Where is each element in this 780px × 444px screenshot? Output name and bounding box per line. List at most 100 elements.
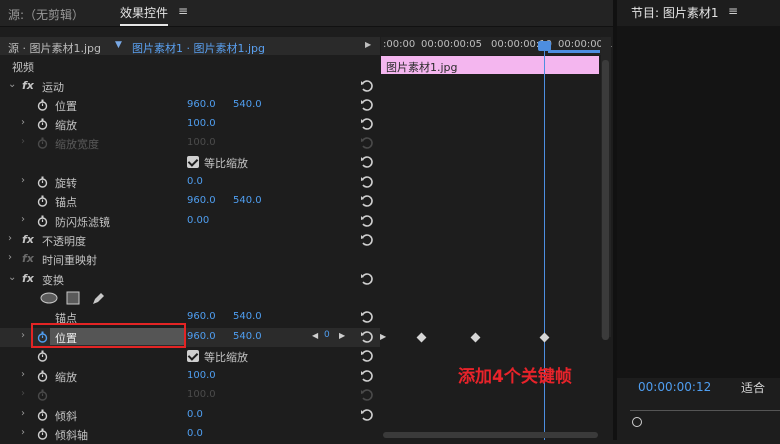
expand-arrow-icon[interactable]: ›: [21, 408, 25, 419]
clip-start-marker-icon: ▶: [380, 332, 387, 341]
expand-arrow-icon[interactable]: ›: [21, 117, 25, 128]
reset-icon[interactable]: [360, 214, 374, 228]
position-y-value[interactable]: 540.0: [233, 99, 262, 110]
expand-arrow-icon[interactable]: ›: [8, 233, 12, 244]
uniform-scale-checkbox[interactable]: [187, 350, 199, 362]
skew-axis-label: 倾斜轴: [55, 429, 88, 442]
add-keyframe-button[interactable]: 0: [324, 330, 330, 340]
collapse-arrow-icon[interactable]: ⌄: [8, 79, 16, 90]
expand-arrow-icon[interactable]: ›: [21, 369, 25, 380]
play-only-icon[interactable]: ▶: [365, 40, 371, 49]
skew-axis-value[interactable]: 0.0: [187, 428, 203, 439]
tab-effect-controls[interactable]: 效果控件: [120, 4, 169, 26]
property-rotation[interactable]: › 旋转 0.0: [0, 173, 380, 192]
ellipse-mask-icon[interactable]: [40, 292, 58, 304]
rectangle-mask-icon[interactable]: [66, 291, 80, 305]
program-timecode[interactable]: 00:00:00:12: [638, 380, 711, 394]
effect-motion[interactable]: ⌄ fx 运动: [0, 77, 380, 96]
reset-icon[interactable]: [360, 330, 374, 344]
transform-skew[interactable]: › 倾斜 0.0: [0, 406, 380, 425]
expand-arrow-icon[interactable]: ›: [21, 427, 25, 438]
pen-mask-icon[interactable]: [90, 290, 106, 306]
reset-icon[interactable]: [360, 272, 374, 286]
zoom-fit-dropdown[interactable]: 适合: [741, 379, 765, 396]
property-uniform-scale[interactable]: 等比缩放: [0, 153, 380, 172]
scrollbar-thumb[interactable]: [602, 60, 609, 340]
anchor-y-value[interactable]: 540.0: [233, 195, 262, 206]
position-x-value[interactable]: 960.0: [187, 99, 216, 110]
collapse-arrow-icon[interactable]: ⌄: [8, 272, 16, 283]
playhead-handle[interactable]: [538, 41, 551, 51]
reset-icon[interactable]: [360, 155, 374, 169]
effect-transform[interactable]: ⌄ fx 变换: [0, 270, 380, 289]
keyframe-diamond[interactable]: [539, 332, 550, 343]
expand-arrow-icon[interactable]: ›: [21, 175, 25, 186]
program-playhead-handle[interactable]: [632, 417, 642, 427]
stopwatch-icon[interactable]: [37, 176, 48, 188]
tab-source[interactable]: 源:（无剪辑）: [8, 6, 84, 23]
transform-skew-axis[interactable]: › 倾斜轴 0.0: [0, 425, 380, 444]
property-anchor[interactable]: 锚点 960.0 540.0: [0, 192, 380, 211]
property-position[interactable]: 位置 960.0 540.0: [0, 96, 380, 115]
reset-icon: [361, 137, 373, 149]
stopwatch-icon[interactable]: [37, 409, 48, 421]
property-antiflicker[interactable]: › 防闪烁滤镜 0.00: [0, 212, 380, 231]
expand-arrow-icon[interactable]: ›: [8, 252, 12, 263]
keyframe-diamond[interactable]: [470, 332, 481, 343]
work-area-bar[interactable]: [548, 50, 600, 53]
expand-arrow-icon[interactable]: ›: [21, 214, 25, 225]
reset-icon[interactable]: [360, 310, 374, 324]
transform-position-y-value[interactable]: 540.0: [233, 331, 262, 342]
stopwatch-icon[interactable]: [37, 99, 48, 111]
stopwatch-icon[interactable]: [37, 428, 48, 440]
reset-icon[interactable]: [360, 233, 374, 247]
program-viewer[interactable]: [617, 26, 780, 378]
reset-icon[interactable]: [360, 175, 374, 189]
next-keyframe-icon[interactable]: ▶: [339, 331, 345, 340]
reset-icon[interactable]: [360, 79, 374, 93]
reset-icon[interactable]: [360, 117, 374, 131]
reset-icon[interactable]: [360, 349, 374, 363]
program-time-ruler[interactable]: [630, 410, 780, 411]
uniform-scale-checkbox[interactable]: [187, 156, 199, 168]
panel-tab-bar: [0, 0, 613, 27]
stopwatch-icon[interactable]: [37, 195, 48, 207]
panel-menu-icon[interactable]: ≡: [728, 4, 738, 18]
effect-time-remap[interactable]: › fx 时间重映射: [0, 250, 380, 269]
prev-keyframe-icon[interactable]: ◀: [312, 331, 318, 340]
transform-position-x-value[interactable]: 960.0: [187, 331, 216, 342]
expand-arrow-icon[interactable]: ›: [21, 330, 25, 341]
transform-anchor-y-value[interactable]: 540.0: [233, 311, 262, 322]
mask-tools: [0, 289, 380, 308]
sequence-clip-dropdown[interactable]: 图片素材1 · 图片素材1.jpg: [132, 40, 265, 56]
antiflicker-value[interactable]: 0.00: [187, 215, 209, 226]
program-monitor-title[interactable]: 节目: 图片素材1: [631, 4, 719, 21]
fx-icon[interactable]: fx: [22, 79, 34, 92]
keyframe-diamond[interactable]: [416, 332, 427, 343]
anchor-x-value[interactable]: 960.0: [187, 195, 216, 206]
transform-anchor-x-value[interactable]: 960.0: [187, 311, 216, 322]
stopwatch-icon[interactable]: [37, 215, 48, 227]
property-scale[interactable]: › 缩放 100.0: [0, 115, 380, 134]
stopwatch-icon[interactable]: [37, 118, 48, 130]
reset-icon[interactable]: [360, 369, 374, 383]
fx-icon[interactable]: fx: [22, 272, 34, 285]
timeline-zoom-scrollbar[interactable]: [383, 432, 598, 438]
fx-icon[interactable]: fx: [22, 233, 34, 246]
reset-icon[interactable]: [360, 408, 374, 422]
highlight-box: [31, 323, 186, 348]
reset-icon[interactable]: [360, 98, 374, 112]
effect-opacity[interactable]: › fx 不透明度: [0, 231, 380, 250]
scale-value[interactable]: 100.0: [187, 118, 216, 129]
chevron-down-icon[interactable]: ▼: [115, 40, 122, 50]
transform-scale-value[interactable]: 100.0: [187, 370, 216, 381]
reset-icon[interactable]: [360, 194, 374, 208]
rotation-value[interactable]: 0.0: [187, 176, 203, 187]
antiflicker-label: 防闪烁滤镜: [55, 216, 110, 229]
stopwatch-icon[interactable]: [37, 370, 48, 382]
panel-menu-icon[interactable]: ≡: [178, 4, 188, 18]
transform-uniform-scale[interactable]: 等比缩放: [0, 347, 380, 366]
transform-scale[interactable]: › 缩放 100.0: [0, 367, 380, 386]
skew-value[interactable]: 0.0: [187, 409, 203, 420]
stopwatch-icon[interactable]: [37, 350, 48, 362]
